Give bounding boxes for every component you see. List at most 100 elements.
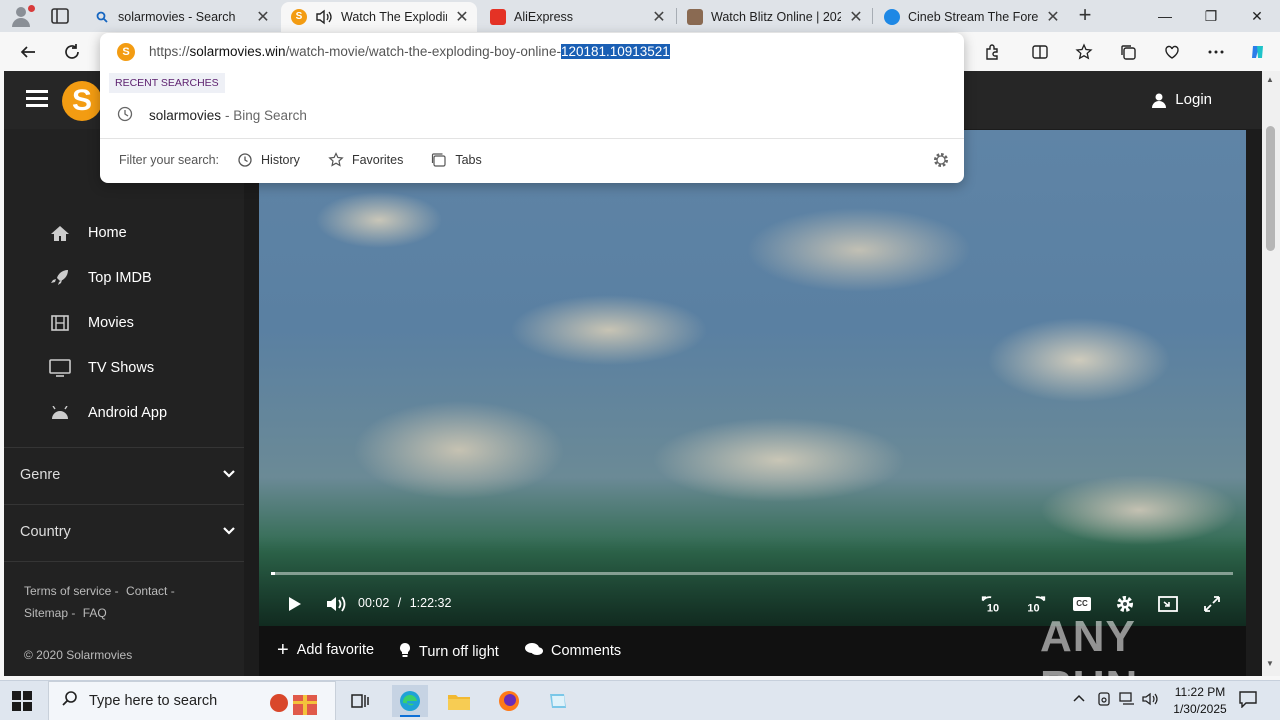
country-dropdown[interactable]: Country (20, 520, 236, 544)
tab-aliexpress[interactable]: AliExpress ✕ (480, 2, 674, 32)
turn-off-light-button[interactable]: Turn off light (399, 642, 499, 662)
sidebar-item-label: TV Shows (88, 360, 155, 376)
terms-link[interactable]: Terms of service - (24, 584, 119, 598)
network-icon[interactable] (1119, 691, 1135, 710)
tab-watch-exploding[interactable]: S Watch The Explodin ✕ (281, 2, 477, 32)
tab-solarmovies-search[interactable]: solarmovies - Search ✕ (84, 2, 278, 32)
browser-essentials-icon[interactable] (1160, 40, 1184, 64)
film-icon (48, 313, 72, 333)
chevron-down-icon (222, 467, 236, 483)
volume-icon[interactable] (325, 592, 347, 616)
taskbar-clock[interactable]: 11:22 PM 1/30/2025 (1160, 684, 1240, 718)
tab-close-icon[interactable]: ✕ (1044, 8, 1062, 26)
sidebar-divider (4, 561, 244, 562)
lightbulb-icon (399, 642, 411, 662)
add-favorite-button[interactable]: + Add favorite (277, 639, 375, 661)
search-icon (94, 9, 110, 25)
more-menu-icon[interactable] (1204, 40, 1228, 64)
suggestion-text: solarmovies (149, 107, 222, 123)
filter-favorites[interactable]: Favorites (328, 152, 403, 168)
rocket-icon (48, 268, 72, 288)
contact-link[interactable]: Contact - (126, 584, 175, 598)
sidebar-item-android-app[interactable]: Android App (48, 401, 167, 425)
copilot-icon[interactable] (1246, 40, 1270, 64)
site-logo[interactable]: S (62, 81, 102, 121)
tab-title: Watch Blitz Online | 2024 (711, 10, 841, 24)
tab-watch-blitz[interactable]: Watch Blitz Online | 2024 ✕ (677, 2, 871, 32)
login-button[interactable]: Login (1151, 91, 1212, 108)
dropdown-divider (100, 138, 964, 139)
firefox-icon[interactable] (491, 685, 527, 717)
windows-start-icon[interactable] (12, 691, 32, 711)
tray-chevron-up-icon[interactable] (1072, 691, 1086, 708)
filter-tabs-label: Tabs (455, 153, 482, 167)
recent-searches-label: RECENT SEARCHES (109, 73, 225, 93)
volume-tray-icon[interactable] (1142, 691, 1160, 710)
task-view-icon[interactable] (342, 685, 378, 717)
sidebar-item-movies[interactable]: Movies (48, 311, 134, 335)
comments-button[interactable]: Comments (525, 642, 621, 660)
sidebar-item-home[interactable]: Home (48, 221, 127, 245)
scroll-up-icon[interactable]: ▲ (1266, 75, 1274, 84)
footer-links-row-1: Terms of service - Contact - (24, 584, 179, 598)
svg-text:10: 10 (987, 603, 999, 615)
taskbar-search-box[interactable]: Type here to search (48, 681, 336, 720)
faq-link[interactable]: FAQ (83, 606, 107, 620)
filter-tabs[interactable]: Tabs (431, 152, 482, 168)
address-input[interactable]: https://solarmovies.win/watch-movie/watc… (149, 44, 670, 59)
tab-strip: solarmovies - Search ✕ S Watch The Explo… (0, 0, 1280, 32)
split-screen-icon[interactable] (1028, 40, 1052, 64)
url-selected-text: 120181.10913521 (560, 44, 670, 59)
chevron-down-icon (222, 524, 236, 540)
scroll-down-icon[interactable]: ▼ (1266, 659, 1274, 668)
scrollbar-thumb[interactable] (1266, 126, 1275, 251)
filter-history[interactable]: History (237, 152, 300, 168)
close-window-button[interactable]: ✕ (1234, 0, 1280, 32)
add-favorite-label: Add favorite (296, 642, 375, 658)
sitemap-link[interactable]: Sitemap - (24, 606, 75, 620)
turn-off-light-label: Turn off light (419, 644, 499, 660)
rewind-10-icon[interactable]: 10 (979, 592, 1005, 616)
page-scrollbar[interactable]: ▲ ▼ (1262, 71, 1280, 676)
extensions-icon[interactable] (980, 40, 1004, 64)
sidebar-item-tv-shows[interactable]: TV Shows (48, 356, 154, 380)
edge-browser-icon[interactable] (392, 685, 428, 717)
sidebar-item-label: Top IMDB (88, 270, 152, 286)
notepad-app-icon[interactable] (540, 685, 576, 717)
sidebar-item-label: Home (88, 225, 127, 241)
tab-cineb[interactable]: Cineb Stream The Foreig ✕ (874, 2, 1068, 32)
progress-bar[interactable] (271, 572, 1233, 575)
speaker-icon[interactable] (315, 9, 333, 25)
time-separator: / (397, 596, 402, 610)
minimize-button[interactable]: — (1142, 0, 1188, 32)
hamburger-menu-icon[interactable] (26, 90, 48, 108)
collections-icon[interactable] (1116, 40, 1140, 64)
copyright: © 2020 Solarmovies (24, 648, 133, 662)
maximize-button[interactable]: ❐ (1188, 0, 1234, 32)
new-tab-button[interactable]: + (1074, 4, 1096, 27)
windows-taskbar: Type here to search 11:22 PM 1/30/2025 (0, 680, 1280, 720)
sidebar-item-top-imdb[interactable]: Top IMDB (48, 266, 152, 290)
suggestion-row[interactable]: solarmovies - Bing Search (100, 99, 964, 131)
notification-icon[interactable] (1238, 690, 1258, 711)
url-path: /watch-movie/watch-the-exploding-boy-onl… (285, 44, 561, 59)
tab-close-icon[interactable]: ✕ (847, 8, 865, 26)
profile-avatar-icon[interactable] (8, 3, 35, 29)
file-explorer-icon[interactable] (441, 685, 477, 717)
tab-actions-icon[interactable] (50, 7, 70, 25)
refresh-icon[interactable] (60, 40, 84, 64)
search-icon (61, 690, 81, 713)
search-placeholder: Type here to search (89, 693, 218, 709)
back-arrow-icon[interactable] (16, 40, 40, 64)
play-icon[interactable] (283, 592, 305, 616)
tab-close-icon[interactable]: ✕ (254, 8, 272, 26)
favorites-star-icon[interactable] (1072, 40, 1096, 64)
tab-close-icon[interactable]: ✕ (453, 8, 471, 26)
settings-gear-icon[interactable] (932, 151, 950, 169)
anyrun-watermark: ANY RUN (1040, 612, 1137, 711)
tray-device-icon[interactable] (1096, 691, 1112, 710)
video-player[interactable]: 00:02 / 1:22:32 10 10 CC (259, 130, 1246, 626)
genre-dropdown[interactable]: Genre (20, 463, 236, 487)
plus-icon: + (277, 639, 289, 661)
tab-close-icon[interactable]: ✕ (650, 8, 668, 26)
